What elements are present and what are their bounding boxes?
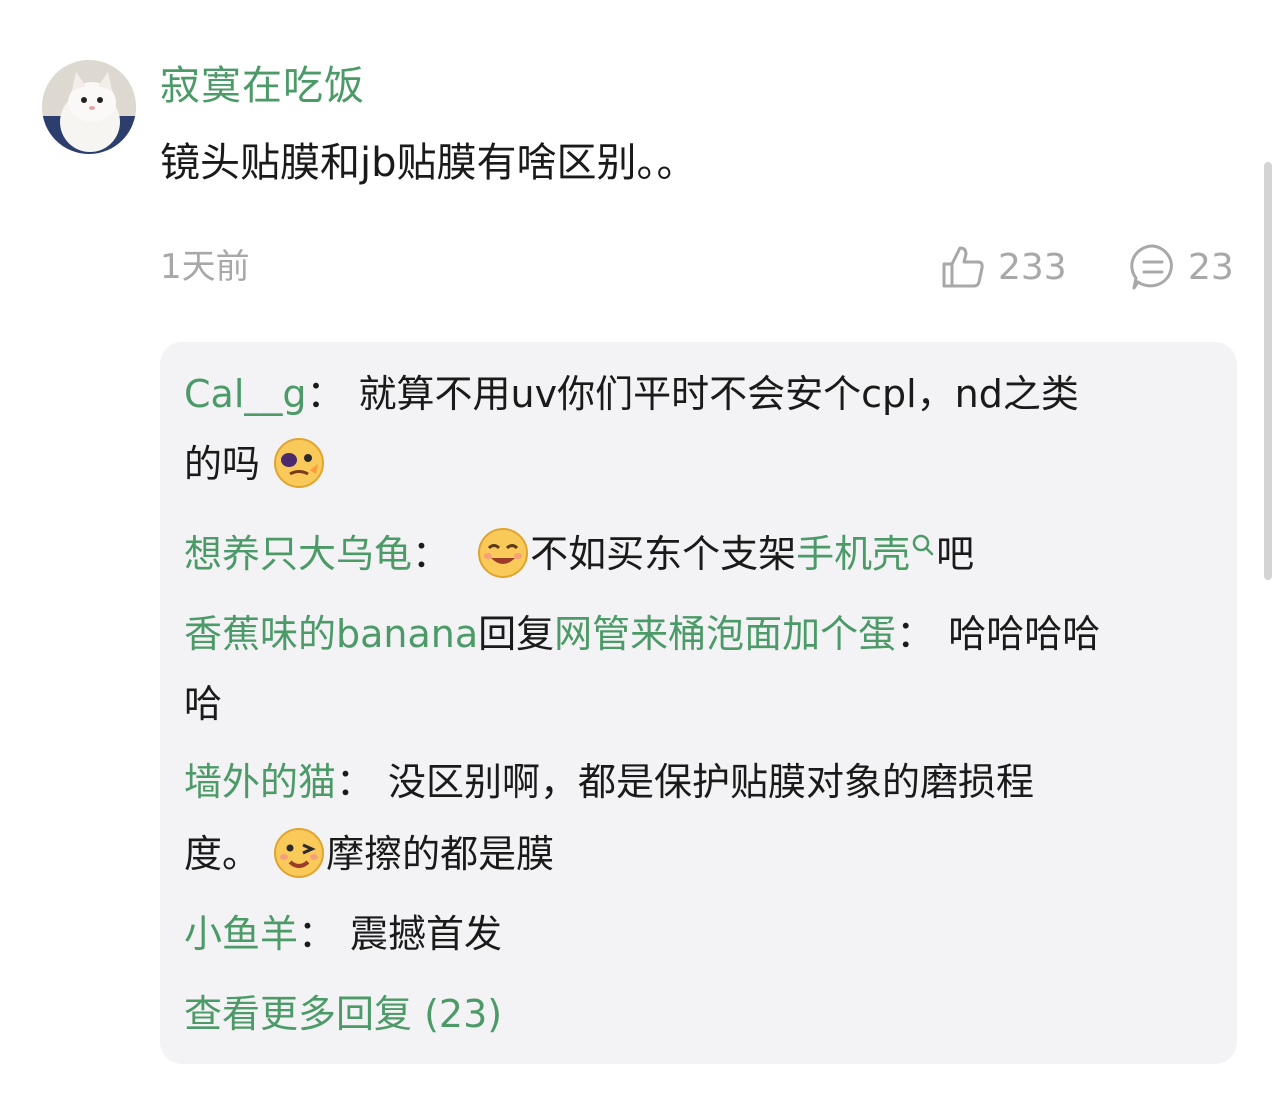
winking-face-emoji bbox=[274, 827, 325, 878]
like-button[interactable]: 233 bbox=[938, 240, 1067, 294]
reply-text: 哈哈哈哈 bbox=[948, 612, 1101, 656]
comment-author[interactable]: 寂寞在吃饭 bbox=[160, 58, 365, 114]
comment-bubble-icon bbox=[1130, 244, 1173, 290]
reply-user[interactable]: Cal__g bbox=[184, 372, 307, 416]
comment-text: 镜头贴膜和jb贴膜有啥区别。。 bbox=[160, 140, 697, 186]
reply-item-continued: 的吗 bbox=[184, 436, 326, 494]
avatar[interactable] bbox=[42, 60, 136, 154]
reply-user[interactable]: 香蕉味的banana bbox=[184, 612, 478, 656]
reply-item[interactable]: 小鱼羊： 震撼首发 bbox=[184, 906, 502, 962]
search-icon[interactable] bbox=[910, 532, 936, 558]
reply-text: 就算不用uv你们平时不会安个cpl，nd之类 bbox=[358, 372, 1079, 416]
reply-button[interactable]: 23 bbox=[1128, 240, 1234, 294]
reply-user[interactable]: 想养只大乌龟 bbox=[184, 532, 412, 576]
grinning-face-emoji bbox=[478, 527, 529, 578]
reply-target-user[interactable]: 网管来桶泡面加个蛋 bbox=[554, 612, 896, 656]
reply-item[interactable]: Cal__g： 就算不用uv你们平时不会安个cpl，nd之类 bbox=[184, 366, 1079, 422]
reply-item[interactable]: 香蕉味的banana回复网管来桶泡面加个蛋： 哈哈哈哈 bbox=[184, 606, 1100, 662]
reply-item-continued: 度。 摩擦的都是膜 bbox=[184, 826, 554, 884]
replies-panel: Cal__g： 就算不用uv你们平时不会安个cpl，nd之类 的吗 想养只大乌龟：… bbox=[160, 342, 1237, 1064]
reply-item[interactable]: 想养只大乌龟： 不如买东个支架手机壳 吧 bbox=[184, 526, 974, 584]
heartbroken-face-emoji bbox=[274, 437, 325, 488]
reply-text: 没区别啊，都是保护贴膜对象的磨损程 bbox=[388, 760, 1035, 804]
reply-item-continued: 哈 bbox=[184, 676, 222, 732]
reply-text: 摩擦的都是膜 bbox=[326, 832, 555, 876]
reply-text: 度。 bbox=[184, 832, 261, 876]
reply-user[interactable]: 墙外的猫 bbox=[184, 760, 336, 804]
reply-text: 的吗 bbox=[184, 442, 261, 486]
cat-avatar-image bbox=[42, 60, 136, 154]
like-count: 233 bbox=[998, 246, 1067, 288]
reply-text: 震撼首发 bbox=[350, 912, 503, 956]
reply-count: 23 bbox=[1188, 246, 1234, 288]
product-link[interactable]: 手机壳 bbox=[796, 532, 910, 576]
comment-time: 1天前 bbox=[160, 247, 250, 287]
thumbs-up-icon bbox=[942, 246, 984, 288]
reply-text: 不如买东个支架 bbox=[530, 532, 797, 576]
reply-user[interactable]: 小鱼羊 bbox=[184, 912, 298, 956]
reply-item[interactable]: 墙外的猫： 没区别啊，都是保护贴膜对象的磨损程 bbox=[184, 754, 1034, 810]
scrollbar[interactable] bbox=[1264, 162, 1272, 580]
view-more-replies-link[interactable]: 查看更多回复 (23) bbox=[184, 986, 502, 1042]
reply-text-end: 吧 bbox=[936, 532, 975, 576]
reply-word: 回复 bbox=[478, 612, 555, 656]
reply-text: 哈 bbox=[184, 682, 223, 726]
